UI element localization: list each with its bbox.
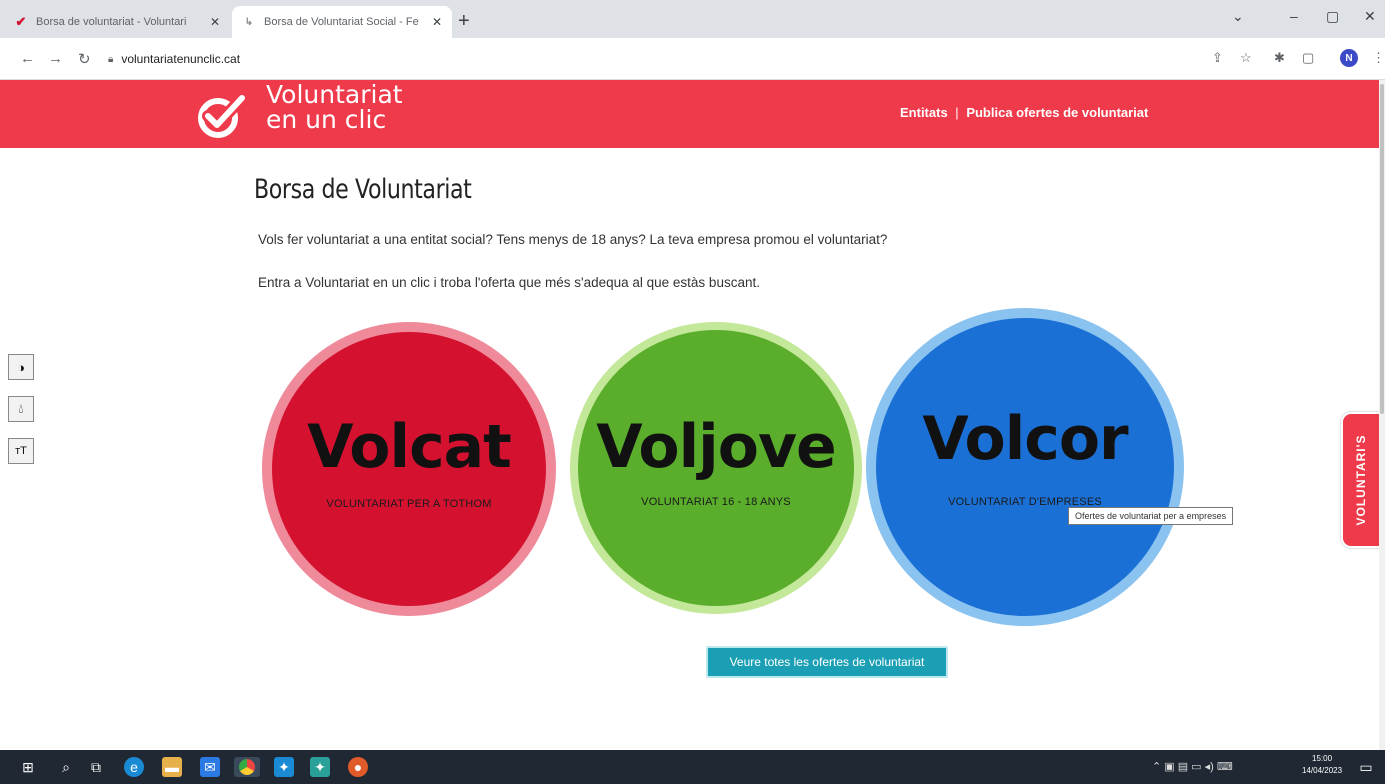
maximize-icon[interactable]: ▢ (1326, 8, 1339, 25)
edge-icon[interactable]: e (124, 757, 144, 777)
tab-title: Borsa de voluntariat - Voluntari (36, 16, 187, 28)
check-favicon-icon: ✔ (15, 14, 27, 29)
nav-link-publica-ofertes[interactable]: Publica ofertes de voluntariat (966, 105, 1148, 120)
voljove-title: Voljove (596, 412, 837, 482)
tray-icons[interactable]: ⌃ ▣ ▤ ▭ ◂) ⌨ (1152, 760, 1233, 773)
drop-icon[interactable]: 💧︎ (8, 396, 34, 422)
contrast-icon[interactable]: ◑ (8, 354, 34, 380)
side-panel-icon[interactable]: ▢ (1302, 50, 1314, 66)
intro-paragraph-2: Entra a Voluntariat en un clic i troba l… (258, 275, 760, 290)
address-bar-row: ← → ↻ 🔒︎ voluntariatenunclic.cat ⇪ ☆ ✱ ▢… (0, 38, 1385, 80)
chrome-icon[interactable] (234, 757, 260, 777)
new-tab-icon[interactable]: + (458, 10, 470, 33)
nav-link-entitats[interactable]: Entitats (900, 105, 948, 120)
menu-icon[interactable]: ⋮ (1372, 50, 1385, 66)
side-tab-label: VOLUNTARI'S (1354, 434, 1368, 526)
browser-tab-bar: ✔ Borsa de voluntariat - Voluntari ✕ ↳ B… (0, 0, 1385, 38)
volcat-card[interactable]: Volcat VOLUNTARIAT PER A TOTHOM (262, 322, 556, 616)
notifications-icon[interactable]: ▭ (1356, 757, 1376, 777)
browser-tab-1[interactable]: ✔ Borsa de voluntariat - Voluntari ✕ (4, 6, 230, 38)
windows-taskbar: ⊞ ⌕ ⧉ e ▬ ✉ ✦ ✦ ● ⌃ ▣ ▤ ▭ ◂) ⌨ ▭ (0, 750, 1385, 784)
file-explorer-icon[interactable]: ▬ (162, 757, 182, 777)
nav-separator: | (955, 105, 959, 120)
volcat-title: Volcat (307, 412, 512, 482)
intro-paragraph-1: Vols fer voluntariat a una entitat socia… (258, 232, 888, 247)
browser-tab-2[interactable]: ↳ Borsa de Voluntariat Social - Fe ✕ (232, 6, 452, 38)
back-icon[interactable]: ← (20, 50, 35, 67)
search-icon[interactable]: ⌕ (56, 757, 76, 777)
close-tab-icon[interactable]: ✕ (210, 15, 220, 29)
scrollbar-thumb[interactable] (1380, 84, 1384, 414)
share-icon[interactable]: ⇪ (1212, 50, 1223, 66)
site-header: Voluntariat en un clic Entitats | Public… (0, 80, 1385, 148)
forward-icon[interactable]: → (48, 50, 63, 67)
lock-icon: 🔒︎ (108, 53, 114, 65)
clock-time: 15:00 (1312, 754, 1333, 763)
extensions-icon[interactable]: ✱ (1274, 50, 1285, 66)
voljove-card[interactable]: Voljove VOLUNTARIAT 16 - 18 ANYS (570, 322, 862, 614)
tab-title: Borsa de Voluntariat Social - Fe (264, 16, 419, 28)
url-text: voluntariatenunclic.cat (121, 52, 241, 66)
volcor-card[interactable]: Volcor VOLUNTARIAT D'EMPRESES (866, 308, 1184, 626)
text-size-icon[interactable]: тT (8, 438, 34, 464)
voluntaris-side-tab[interactable]: VOLUNTARI'S (1341, 412, 1381, 548)
check-circle-logo-icon[interactable] (196, 92, 246, 140)
app-icon-3[interactable]: ● (348, 757, 368, 777)
bookmark-star-icon[interactable]: ☆ (1240, 50, 1252, 66)
close-window-icon[interactable]: ✕ (1364, 8, 1376, 25)
logo-wordmark[interactable]: Voluntariat en un clic (266, 82, 403, 132)
windows-start-icon[interactable]: ⊞ (18, 757, 38, 777)
volcat-subtitle: VOLUNTARIAT PER A TOTHOM (326, 498, 492, 510)
taskbar-clock[interactable]: 15:00 14/04/2023 (1302, 753, 1342, 777)
view-all-offers-button[interactable]: Veure totes les ofertes de voluntariat (706, 646, 948, 678)
profile-avatar[interactable]: N (1340, 49, 1358, 67)
link-favicon-icon: ↳ (244, 16, 254, 28)
url-input[interactable]: 🔒︎ voluntariatenunclic.cat (108, 46, 1188, 72)
logo-line-1: Voluntariat (266, 80, 403, 109)
voljove-subtitle: VOLUNTARIAT 16 - 18 ANYS (641, 496, 791, 508)
minimize-icon[interactable]: – (1290, 8, 1298, 24)
app-icon-1[interactable]: ✦ (274, 757, 294, 777)
top-nav: Entitats | Publica ofertes de voluntaria… (900, 105, 1148, 120)
volcor-title: Volcor (922, 404, 1128, 474)
reload-icon[interactable]: ↻ (78, 50, 91, 68)
page-title: Borsa de Voluntariat (254, 174, 472, 205)
task-view-icon[interactable]: ⧉ (86, 757, 106, 777)
close-tab-icon[interactable]: ✕ (432, 15, 442, 29)
mail-icon[interactable]: ✉ (200, 757, 220, 777)
app-icon-2[interactable]: ✦ (310, 757, 330, 777)
clock-date: 14/04/2023 (1302, 766, 1343, 775)
logo-line-2: en un clic (266, 105, 387, 134)
tooltip: Ofertes de voluntariat per a empreses (1068, 507, 1234, 525)
tab-search-icon[interactable]: ⌄ (1232, 8, 1244, 25)
